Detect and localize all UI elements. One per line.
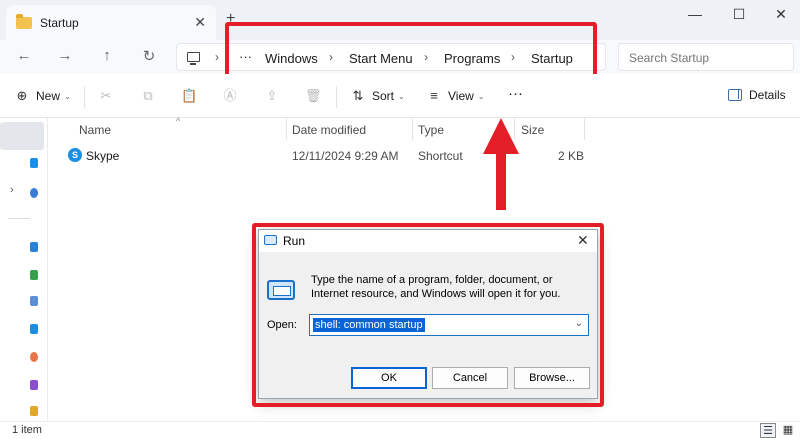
column-divider[interactable] xyxy=(584,118,585,140)
view-button[interactable]: ≡ View ⌄ xyxy=(426,88,485,104)
new-button[interactable]: ⊕ New ⌄ xyxy=(14,88,71,104)
tab-startup[interactable]: Startup ✕ xyxy=(6,5,216,40)
maximize-button[interactable]: ☐ xyxy=(724,6,754,23)
file-date-modified: 12/11/2024 9:29 AM xyxy=(292,149,399,163)
details-pane-button[interactable]: Details xyxy=(728,88,786,102)
nav-item-selected[interactable] xyxy=(0,122,44,150)
chevron-down-icon: ⌄ xyxy=(64,91,71,101)
share-icon[interactable]: ⇪ xyxy=(264,88,280,104)
refresh-icon[interactable]: ↻ xyxy=(137,47,161,65)
details-pane-icon xyxy=(728,89,742,101)
sort-label: Sort xyxy=(372,89,395,103)
expand-chevron-icon[interactable]: › xyxy=(10,184,14,196)
view-icon: ≡ xyxy=(430,88,438,103)
annotation-arrow-head xyxy=(483,118,519,154)
chevron-down-icon: ⌄ xyxy=(477,91,485,101)
column-header-type[interactable]: Type xyxy=(418,123,444,137)
delete-icon[interactable]: 🗑 xyxy=(305,88,322,104)
search-input[interactable]: Search Startup xyxy=(618,43,794,71)
status-bar: 1 item ☰ ▦ xyxy=(0,421,800,439)
column-header-date-modified[interactable]: Date modified xyxy=(292,123,366,137)
nav-item-icon[interactable] xyxy=(30,242,38,252)
sort-ascending-icon: ^ xyxy=(176,116,181,126)
tiles-view-icon[interactable]: ▦ xyxy=(780,423,796,438)
column-divider[interactable] xyxy=(286,118,287,140)
chevron-right-icon[interactable]: › xyxy=(215,50,219,64)
nav-item-icon[interactable] xyxy=(30,352,38,362)
sort-icon: ⇅ xyxy=(352,88,364,103)
divider xyxy=(336,86,337,108)
nav-item-icon[interactable] xyxy=(30,380,38,390)
this-pc-icon xyxy=(187,52,200,65)
column-header-size[interactable]: Size xyxy=(521,123,544,137)
details-view-icon[interactable]: ☰ xyxy=(760,423,776,438)
forward-icon[interactable]: → xyxy=(53,47,77,64)
column-divider[interactable] xyxy=(412,118,413,140)
new-label: New xyxy=(36,89,61,103)
navigation-pane: › xyxy=(0,118,48,421)
skype-icon: S xyxy=(68,148,82,162)
minimize-button[interactable]: — xyxy=(680,6,710,22)
see-more-icon[interactable]: ··· xyxy=(508,85,523,102)
file-name[interactable]: Skype xyxy=(86,149,119,163)
nav-item-icon[interactable] xyxy=(30,188,38,198)
file-type: Shortcut xyxy=(418,149,463,163)
tab-close-icon[interactable]: ✕ xyxy=(194,14,206,31)
divider xyxy=(8,218,30,219)
nav-item-icon[interactable] xyxy=(30,270,38,280)
command-bar: ⊕ New ⌄ ✂ ⧉ 📋 Ⓐ ⇪ 🗑 ⇅ Sort ⌄ ≡ View ⌄ ··… xyxy=(0,74,800,118)
file-size: 2 KB xyxy=(558,149,585,163)
paste-icon[interactable]: 📋 xyxy=(181,88,197,104)
address-highlight-box xyxy=(225,22,597,80)
annotation-arrow-shaft xyxy=(494,150,508,212)
cut-icon[interactable]: ✂ xyxy=(98,88,114,104)
run-dialog-highlight-box xyxy=(252,223,604,407)
copy-icon[interactable]: ⧉ xyxy=(140,88,156,104)
view-label: View xyxy=(448,89,474,103)
divider xyxy=(84,86,85,108)
nav-item-icon[interactable] xyxy=(30,406,38,416)
item-count: 1 item xyxy=(12,424,42,436)
plus-circle-icon: ⊕ xyxy=(16,88,28,103)
rename-icon[interactable]: Ⓐ xyxy=(222,88,238,104)
tab-title: Startup xyxy=(40,15,79,30)
nav-item-icon[interactable] xyxy=(30,296,38,306)
nav-item-icon[interactable] xyxy=(30,158,38,168)
back-icon[interactable]: ← xyxy=(12,47,36,64)
close-button[interactable]: ✕ xyxy=(766,6,796,23)
column-header-name[interactable]: Name xyxy=(79,123,111,137)
folder-icon xyxy=(16,13,32,29)
sort-button[interactable]: ⇅ Sort ⌄ xyxy=(350,88,405,104)
chevron-down-icon: ⌄ xyxy=(398,91,405,101)
up-icon[interactable]: ↑ xyxy=(95,47,119,64)
nav-item-icon[interactable] xyxy=(30,324,38,334)
details-label: Details xyxy=(749,88,786,102)
